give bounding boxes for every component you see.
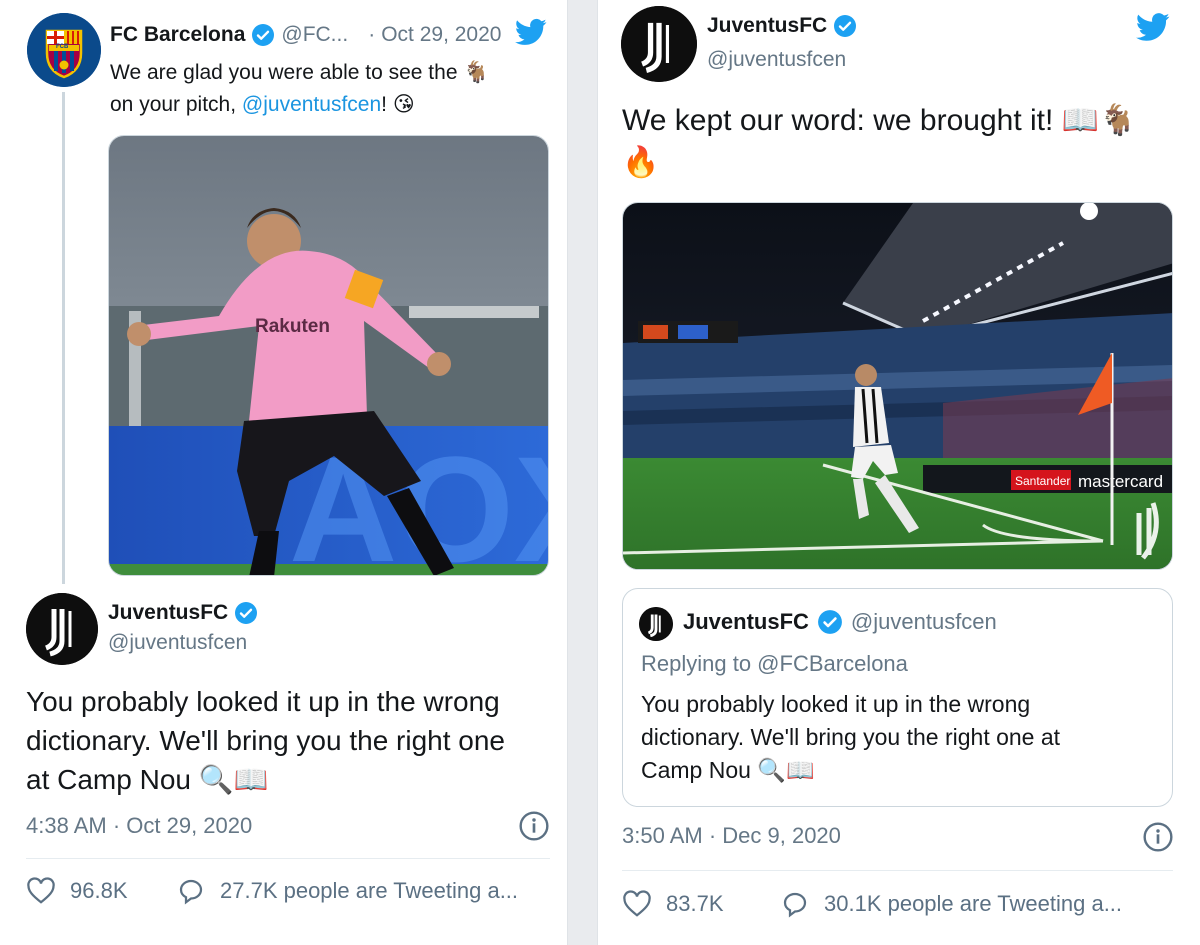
author-handle[interactable]: @FC...: [281, 23, 348, 47]
quoted-text-line-3: Camp Nou: [641, 757, 751, 783]
book-goat-emoji: 📖🐐: [1061, 104, 1137, 137]
quoted-text-line-2: dictionary. We'll bring you the right on…: [641, 724, 1061, 750]
juventus-logo-icon: [639, 607, 673, 641]
ronaldo-photo-image: Santander mastercard: [623, 203, 1172, 569]
tweeting-count: 27.7K people are Tweeting a...: [220, 878, 519, 903]
info-icon[interactable]: [518, 810, 550, 842]
reply-text-line-2: dictionary. We'll bring you the right on…: [26, 725, 506, 756]
goat-emoji: 🐐: [463, 61, 490, 84]
quoted-text-line-1: You probably looked it up in the wrong: [641, 691, 1031, 717]
barcelona-crest-icon: [27, 13, 101, 87]
conversation-stat[interactable]: 30.1K people are Tweeting a...: [780, 889, 1122, 919]
speech-bubble-icon: [179, 879, 203, 905]
kiss-emoji: 😘: [392, 93, 415, 116]
author-name[interactable]: JuventusFC: [707, 14, 827, 38]
juventus-avatar[interactable]: [26, 593, 98, 665]
reply-text-line-3: at Camp Nou: [26, 764, 191, 795]
verified-badge-icon: [235, 602, 258, 624]
author-name[interactable]: FC Barcelona: [110, 23, 245, 47]
ronaldo-photo[interactable]: Santander mastercard: [622, 202, 1173, 570]
juventus-tweet-text: We kept our word: we brought it! 📖🐐 🔥: [622, 100, 1136, 184]
tweet-text-line-1: We kept our word: we brought it!: [622, 104, 1054, 137]
conversation-stat[interactable]: 27.7K people are Tweeting a...: [176, 876, 518, 906]
tweet-timestamp[interactable]: 3:50 AM · Dec 9, 2020: [622, 823, 841, 849]
heart-icon: [623, 890, 651, 917]
quoted-tweet[interactable]: JuventusFC @juventusfcen Replying to @FC…: [622, 588, 1173, 807]
reply-author-name[interactable]: JuventusFC: [108, 601, 228, 625]
juventus-reply-text: You probably looked it up in the wrong d…: [26, 682, 505, 799]
stats-divider: [622, 870, 1173, 871]
barcelona-thread-card: FCB FC Barcelona @FC... · Oct 29, 2020 W…: [0, 0, 568, 945]
sponsor-text: Rakuten: [255, 316, 330, 337]
twitter-bird-icon: [1136, 13, 1170, 41]
quoted-header: JuventusFC @juventusfcen: [683, 609, 997, 635]
juventus-avatar[interactable]: [621, 6, 697, 82]
verified-badge-icon: [252, 24, 275, 46]
quoted-author-handle: @juventusfcen: [850, 609, 997, 634]
text-line-2-suffix: !: [381, 93, 387, 116]
like-count: 83.7K: [666, 891, 724, 916]
board-santander: Santander: [1015, 474, 1070, 488]
like-stat[interactable]: 96.8K: [26, 876, 128, 906]
tweeting-count: 30.1K people are Tweeting a...: [824, 891, 1123, 916]
quoted-text: You probably looked it up in the wrong d…: [641, 688, 1060, 787]
board-mastercard: mastercard: [1078, 472, 1163, 491]
like-count: 96.8K: [70, 878, 128, 903]
speech-bubble-icon: [783, 892, 807, 918]
heart-icon: [27, 877, 55, 904]
text-line-2: on your pitch,: [110, 93, 242, 116]
barcelona-tweet-text: We are glad you were able to see the 🐐 o…: [110, 57, 490, 121]
juventus-logo-icon: [26, 593, 98, 665]
reply-text-line-1: You probably looked it up in the wrong: [26, 686, 500, 717]
crest-text: FCB: [56, 44, 69, 50]
quoted-avatar: [639, 607, 673, 641]
reply-author-handle[interactable]: @juventusfcen: [108, 631, 247, 655]
text-line-1: We are glad you were able to see the: [110, 61, 458, 84]
juventus-logo-icon: [621, 6, 697, 82]
verified-badge-icon: [818, 610, 842, 634]
juventus-tweet-header: JuventusFC: [707, 14, 857, 38]
barcelona-tweet-header: FC Barcelona @FC... · Oct 29, 2020: [110, 20, 550, 50]
replying-to: Replying to @FCBarcelona: [641, 651, 908, 676]
messi-photo-image: AOX Rakuten: [109, 136, 548, 575]
juventus-tweet-card: JuventusFC @juventusfcen We kept our wor…: [597, 0, 1200, 945]
thread-connector-line: [62, 92, 65, 584]
quoted-author-name: JuventusFC: [683, 609, 809, 634]
juventus-reply-header: JuventusFC: [108, 601, 258, 625]
search-book-emoji: 🔍📖: [198, 764, 269, 795]
twitter-bird-icon: [515, 18, 547, 45]
separator-dot: ·: [368, 23, 376, 46]
barcelona-avatar[interactable]: [27, 13, 101, 87]
mention-link[interactable]: @juventusfcen: [242, 93, 381, 116]
verified-badge-icon: [834, 15, 857, 37]
info-icon[interactable]: [1142, 821, 1174, 853]
stats-divider: [26, 858, 550, 859]
author-handle[interactable]: @juventusfcen: [707, 48, 846, 72]
reply-timestamp[interactable]: 4:38 AM · Oct 29, 2020: [26, 813, 252, 839]
tweet-date[interactable]: Oct 29, 2020: [381, 23, 501, 47]
like-stat[interactable]: 83.7K: [622, 889, 724, 919]
search-book-emoji: 🔍📖: [757, 757, 815, 783]
messi-photo[interactable]: AOX Rakuten: [108, 135, 549, 576]
fire-emoji: 🔥: [622, 146, 660, 179]
